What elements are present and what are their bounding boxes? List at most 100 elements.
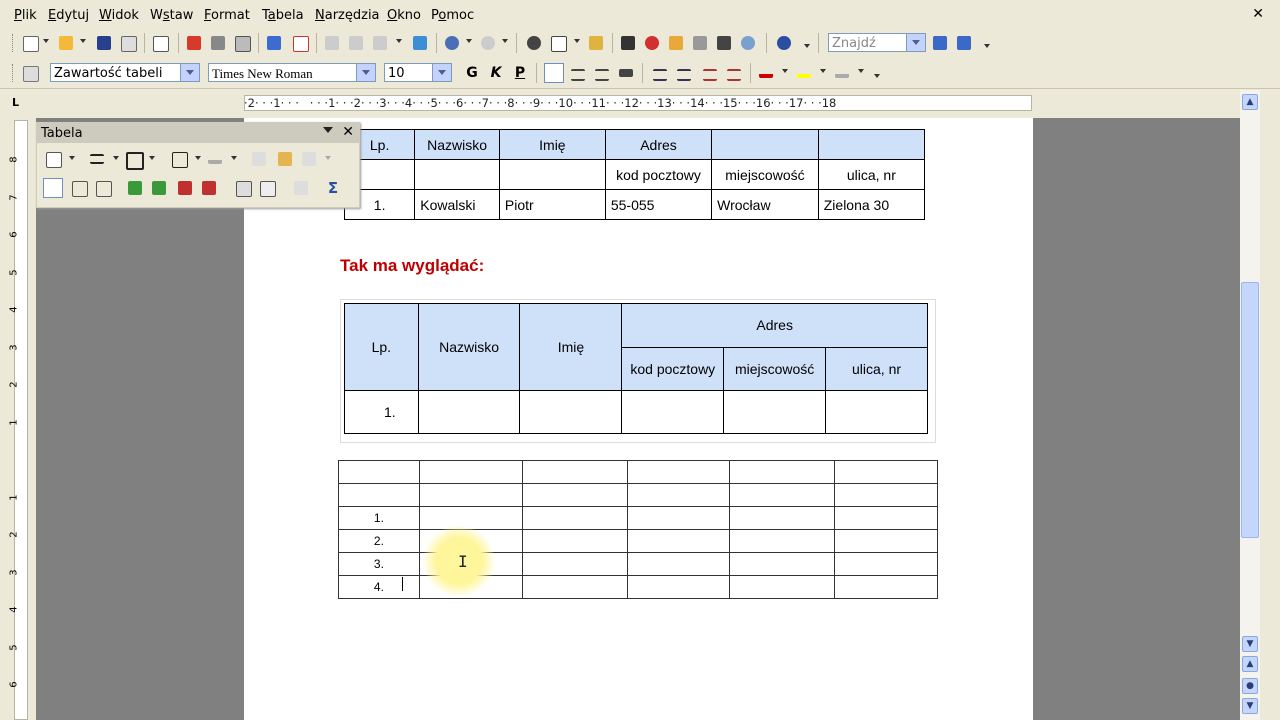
font-size-select[interactable]: 10	[384, 63, 452, 82]
table-original[interactable]: Lp. Nazwisko Imię Adres kod pocztowy mie…	[343, 129, 926, 220]
panel-close-icon[interactable]: ✕	[342, 124, 354, 140]
menu-narzedzia[interactable]: Narzędzia	[315, 8, 380, 23]
search-dropdown-icon[interactable]	[906, 34, 925, 51]
scrollbar-thumb[interactable]	[1241, 282, 1259, 538]
table-cell[interactable]: 55-055	[604, 189, 713, 220]
justify-icon[interactable]	[616, 63, 636, 83]
sum-icon[interactable]: Σ	[323, 178, 343, 198]
vertical-ruler[interactable]: 8 7 6 5 4 3 2 1 1 2 3 4 5 6	[8, 120, 34, 720]
insert-row-icon[interactable]	[125, 178, 145, 198]
table-cell[interactable]: Zielona 30	[817, 189, 926, 220]
scroll-down-icon[interactable]: ▼	[1242, 636, 1258, 652]
bullets-icon[interactable]	[674, 63, 694, 83]
table-cell[interactable]	[729, 552, 836, 576]
table-properties-icon[interactable]	[257, 178, 277, 198]
borders-icon[interactable]	[169, 149, 189, 169]
table-cell[interactable]: Adres	[621, 303, 928, 348]
table-cell[interactable]: Wrocław	[711, 189, 819, 220]
vertical-scrollbar[interactable]: ▲ ▼ ▲ ● ▼	[1240, 90, 1260, 720]
panel-titlebar[interactable]: Tabela ✕	[37, 123, 359, 143]
table-cell[interactable]	[338, 483, 420, 507]
menu-widok[interactable]: Widok	[99, 8, 139, 23]
paragraph-style-select[interactable]: Zawartość tabeli	[50, 63, 200, 82]
numbering-icon[interactable]	[650, 63, 670, 83]
edit-file-icon[interactable]	[150, 33, 170, 53]
table-cell[interactable]	[418, 483, 523, 507]
menu-plik[interactable]: Plik	[14, 8, 37, 23]
menu-okno[interactable]: Okno	[387, 8, 421, 23]
table-cell[interactable]	[521, 506, 628, 530]
navigation-icon[interactable]: ●	[1242, 678, 1258, 694]
table-cell[interactable]: kod pocztowy	[604, 159, 713, 190]
table-cell[interactable]	[729, 529, 836, 553]
menu-edytuj[interactable]: Edytuj	[48, 8, 89, 23]
table-cell[interactable]	[521, 575, 628, 599]
font-name-select[interactable]: Times New Roman	[208, 63, 376, 82]
split-cells-icon[interactable]	[275, 149, 295, 169]
open-folder-icon[interactable]	[56, 33, 76, 53]
toolbar-grip[interactable]	[12, 64, 16, 82]
table-toolbar-panel[interactable]: Tabela ✕ Σ	[36, 122, 360, 208]
autospellcheck-icon[interactable]	[290, 33, 310, 53]
table-cell[interactable]: 4.	[338, 575, 420, 599]
previous-page-icon[interactable]: ▲	[1242, 656, 1258, 672]
table-icon[interactable]	[548, 33, 568, 53]
horizontal-ruler[interactable]: L ·2· · ·1· · · · · ·1· · ·2· · ·3· · ·4…	[0, 90, 1280, 116]
search-input[interactable]: Znajdź	[828, 33, 926, 52]
highlighting-icon[interactable]	[794, 63, 814, 83]
table-cell[interactable]	[418, 506, 523, 530]
background-color-icon[interactable]	[832, 63, 852, 83]
table-cell[interactable]	[417, 390, 521, 434]
table-cell[interactable]	[521, 483, 628, 507]
print-preview-icon[interactable]	[232, 33, 252, 53]
panel-menu-icon[interactable]	[323, 127, 333, 133]
table-cell[interactable]	[723, 390, 827, 434]
table-cell[interactable]	[414, 159, 500, 190]
table-cell[interactable]	[418, 460, 523, 484]
delete-column-icon[interactable]	[199, 178, 219, 198]
save-icon[interactable]	[94, 33, 114, 53]
close-document-icon[interactable]: ✕	[1252, 6, 1264, 22]
align-bottom-icon[interactable]	[93, 178, 113, 198]
table-cell[interactable]	[729, 460, 836, 484]
bold-button[interactable]: G	[462, 63, 482, 83]
border-color-icon[interactable]	[123, 149, 144, 170]
table-cell[interactable]	[519, 390, 623, 434]
chevron-down-icon[interactable]	[432, 64, 451, 81]
table-cell[interactable]: 2.	[338, 529, 420, 553]
data-sources-icon[interactable]	[690, 33, 710, 53]
chevron-down-icon[interactable]	[356, 64, 375, 81]
line-style-icon[interactable]	[87, 149, 107, 169]
find-next-icon[interactable]	[930, 33, 950, 53]
italic-button[interactable]: K	[486, 63, 506, 83]
align-left-icon[interactable]	[544, 63, 564, 83]
redo-icon[interactable]	[478, 33, 498, 53]
table-cell[interactable]: Nazwisko	[414, 129, 500, 160]
find-replace-icon[interactable]	[618, 33, 638, 53]
export-pdf-icon[interactable]	[184, 33, 204, 53]
table-cell[interactable]	[521, 552, 628, 576]
table-cell[interactable]: Lp.	[344, 303, 419, 391]
table-cell[interactable]	[834, 552, 938, 576]
help-icon[interactable]	[774, 33, 794, 53]
table-cell[interactable]	[521, 529, 628, 553]
merge-cells-icon[interactable]	[249, 149, 269, 169]
table-cell[interactable]	[626, 460, 731, 484]
chevron-down-icon[interactable]	[180, 64, 199, 81]
paste-icon[interactable]	[370, 33, 390, 53]
format-paintbrush-icon[interactable]	[410, 33, 430, 53]
zoom-icon[interactable]	[738, 33, 758, 53]
undo-icon[interactable]	[442, 33, 462, 53]
menu-wstaw[interactable]: Wstaw	[150, 8, 193, 23]
table-cell[interactable]	[626, 483, 731, 507]
table-background-icon[interactable]	[205, 149, 225, 169]
table-target[interactable]: Lp. Nazwisko Imię Adres kod pocztowy mie…	[344, 303, 928, 434]
table-cell[interactable]	[834, 575, 938, 599]
table-cell[interactable]: Imię	[519, 303, 623, 391]
align-top-icon[interactable]	[43, 178, 63, 198]
tab-stop-selector[interactable]: L	[12, 96, 19, 109]
align-right-icon[interactable]	[592, 63, 612, 83]
find-previous-icon[interactable]	[954, 33, 974, 53]
hyperlink-icon[interactable]	[524, 33, 544, 53]
table-cell[interactable]: 1.	[344, 390, 419, 434]
